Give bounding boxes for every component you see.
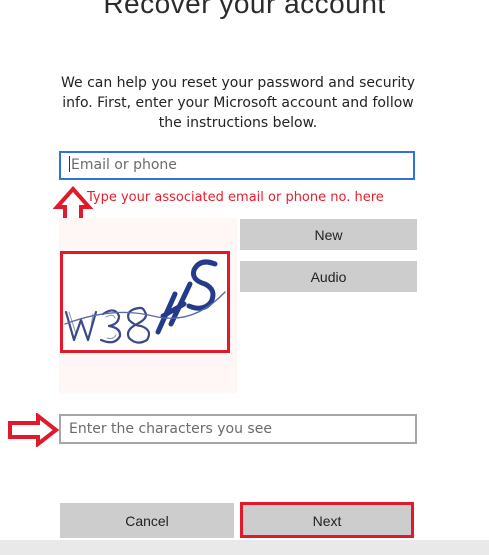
annotation-hint: Type your associated email or phone no. … (87, 190, 384, 205)
next-button[interactable]: Next (240, 502, 414, 538)
captcha-text-graphic (64, 259, 226, 344)
new-captcha-button[interactable]: New (240, 219, 417, 250)
characters-input[interactable]: Enter the characters you see (59, 414, 417, 444)
email-placeholder: Email or phone (71, 157, 177, 173)
text-caret (69, 156, 70, 172)
audio-captcha-button[interactable]: Audio (240, 261, 417, 292)
email-input[interactable]: Email or phone (59, 151, 415, 180)
bottom-bar (0, 540, 489, 555)
page-description: We can help you reset your password and … (60, 75, 415, 131)
page-title: Recover your account (103, 0, 386, 19)
captcha-image (60, 251, 230, 353)
cancel-button[interactable]: Cancel (60, 503, 234, 538)
characters-placeholder: Enter the characters you see (69, 421, 272, 437)
right-arrow-icon (8, 413, 60, 447)
